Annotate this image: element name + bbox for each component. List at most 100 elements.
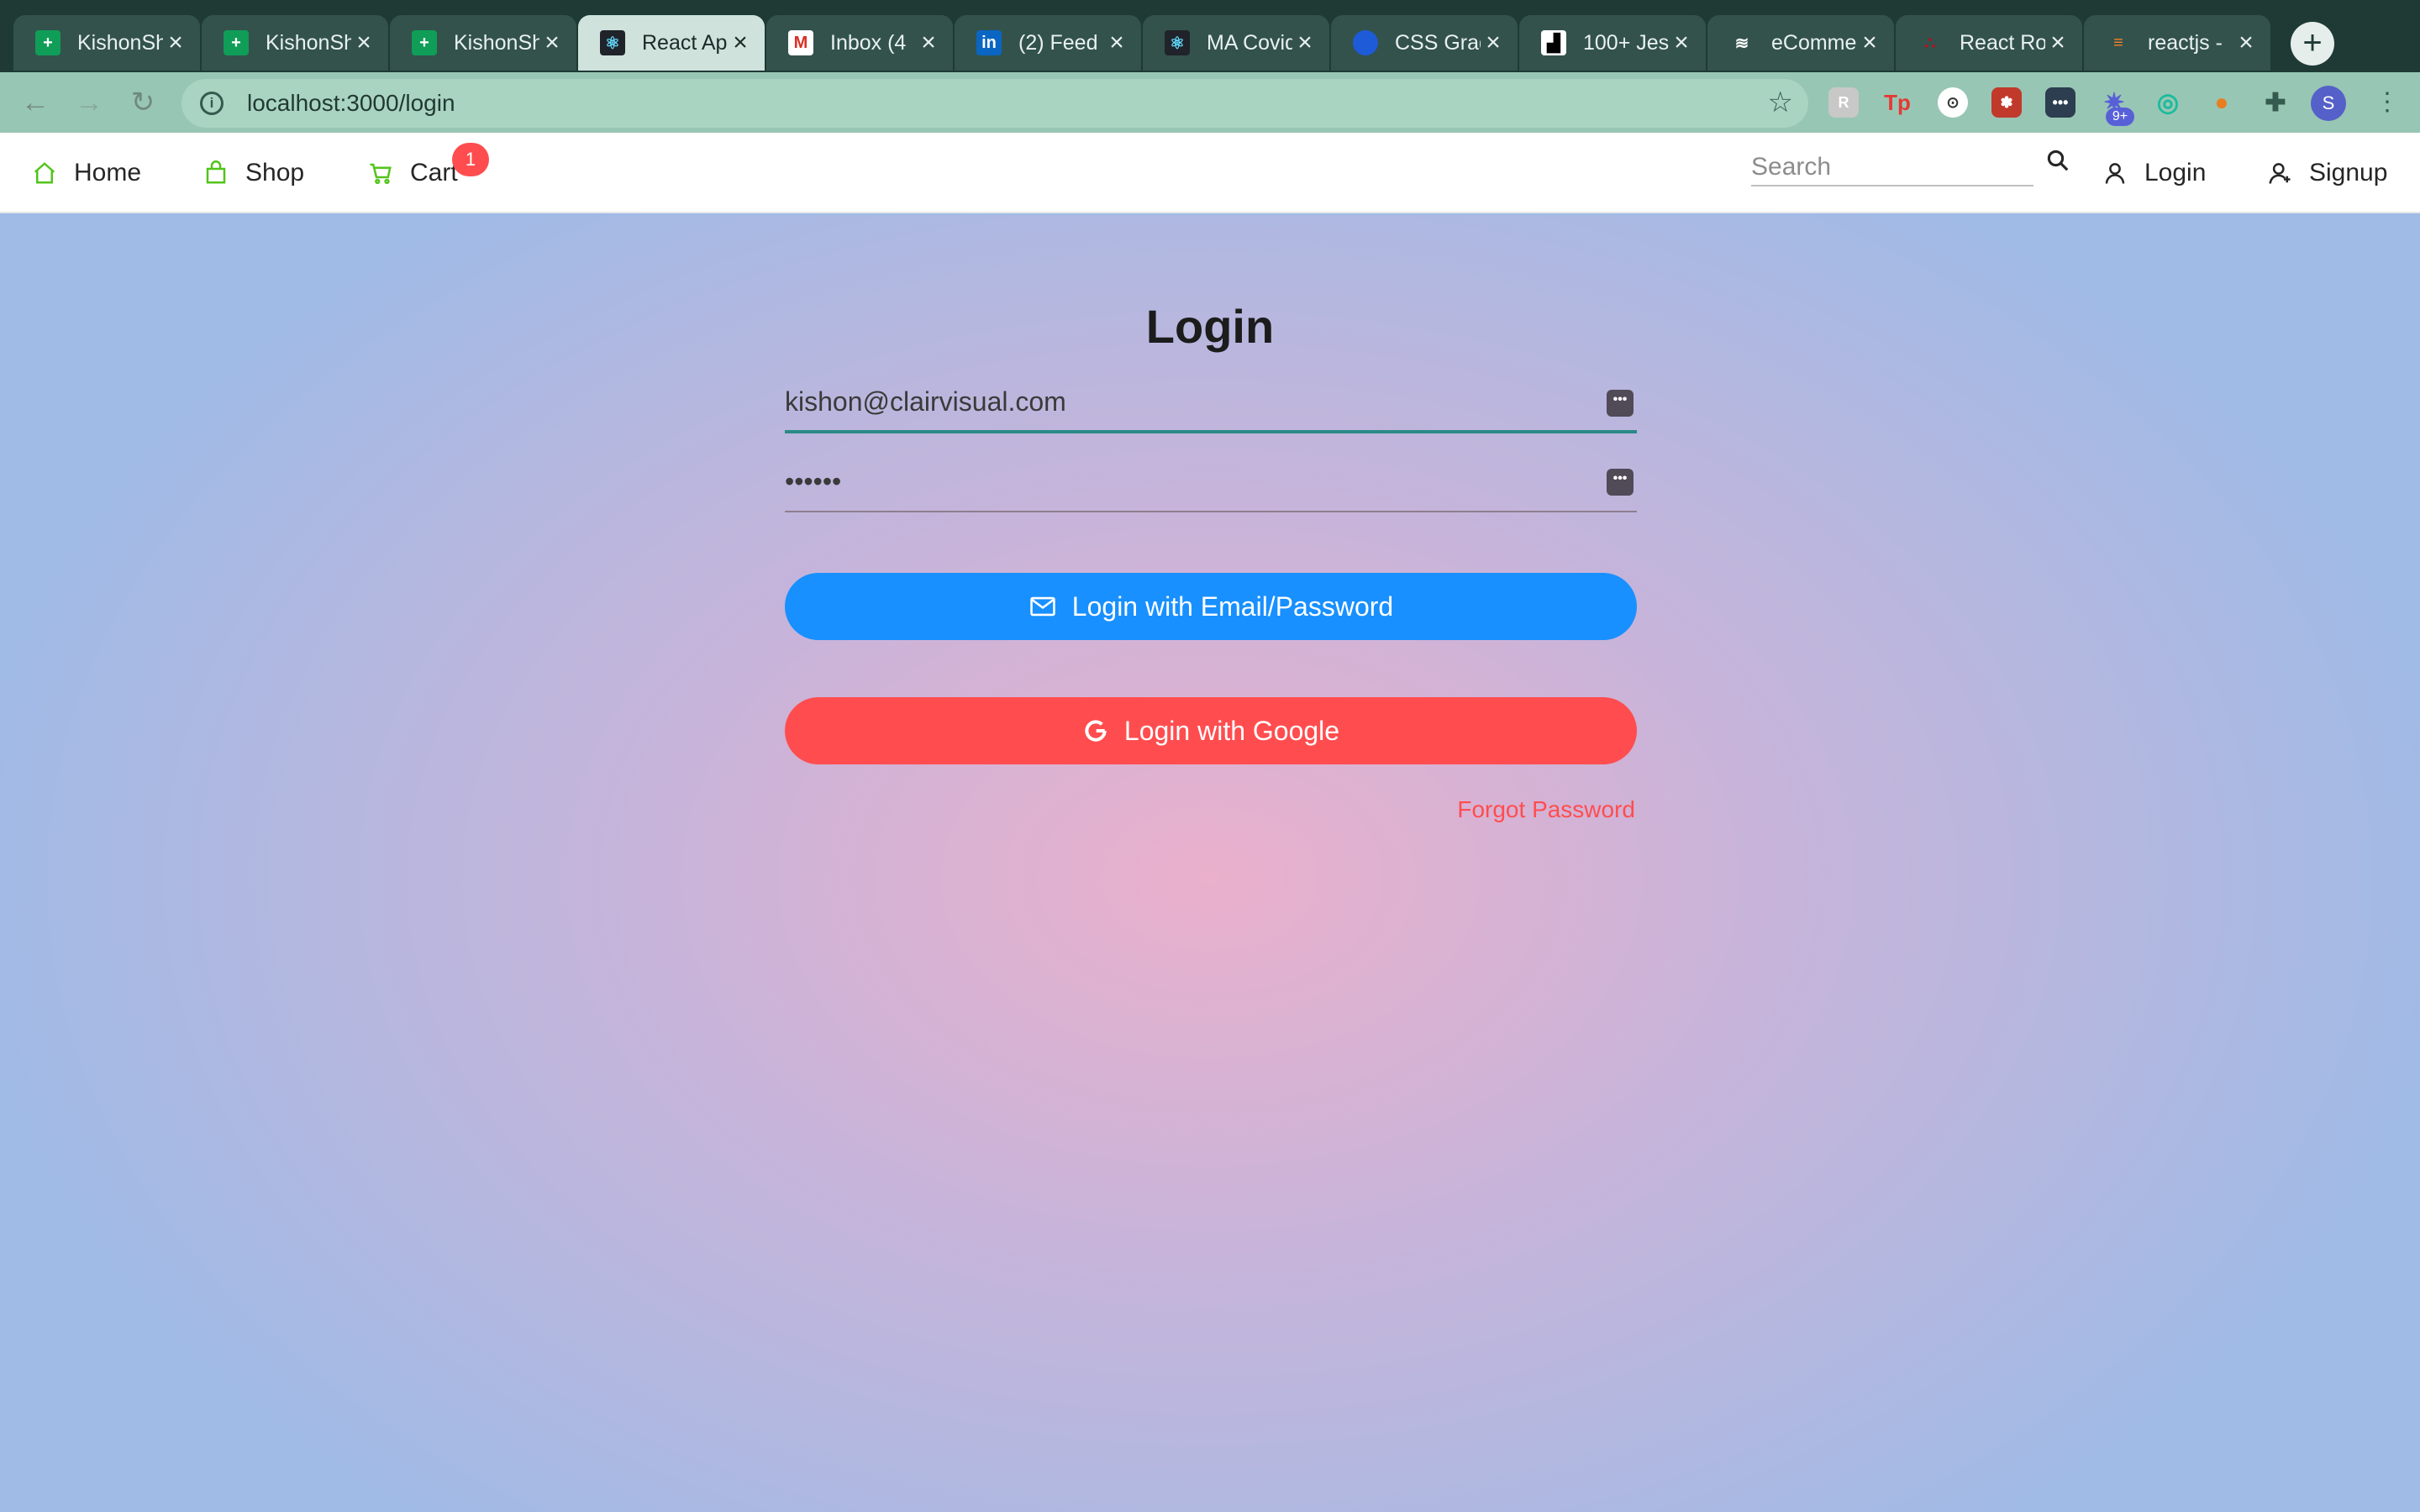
close-icon[interactable]: × — [1669, 30, 1694, 55]
close-icon[interactable]: × — [2045, 30, 2070, 55]
nav-cart-label: Cart — [410, 159, 458, 186]
tab-title: KishonSheet — [454, 30, 539, 55]
browser-tab[interactable]: + KishonSheet × — [13, 15, 200, 71]
nav-signup-label: Signup — [2309, 159, 2388, 186]
password-manager-icon[interactable]: ••• — [1607, 390, 1634, 417]
site-info-icon[interactable]: i — [200, 92, 224, 115]
google-sheets-icon: + — [412, 30, 437, 55]
login-google-label: Login with Google — [1123, 715, 1340, 746]
nav-signup[interactable]: Signup — [2267, 133, 2387, 213]
nav-login-label: Login — [2144, 159, 2207, 186]
tab-title: KishonSheet — [77, 30, 163, 55]
password-field-wrapper: ••• — [785, 452, 1637, 512]
password-field[interactable] — [785, 452, 1637, 511]
home-icon — [34, 162, 55, 184]
email-field-wrapper: ••• — [785, 373, 1637, 433]
nav-shop-label: Shop — [245, 159, 305, 186]
react-router-icon: ∴ — [1924, 34, 1936, 53]
close-icon[interactable]: × — [163, 30, 188, 55]
user-add-icon — [2269, 163, 2291, 184]
browser-tab[interactable]: M Inbox (4 × — [766, 15, 953, 71]
extension-icon[interactable]: ✽ — [1991, 87, 2022, 118]
password-manager-icon[interactable]: ••• — [2045, 87, 2075, 118]
tab-title: MA Covid — [1207, 30, 1292, 55]
address-url[interactable]: localhost:3000/login — [247, 90, 455, 117]
shopping-cart-icon — [370, 163, 392, 185]
tab-title: KishonSheet — [266, 30, 351, 55]
page-title: Login — [1145, 300, 1275, 353]
unsplash-icon: ▟ — [1541, 30, 1566, 55]
app-header: Home Shop Cart 1 Login Signup — [0, 133, 2420, 213]
close-icon[interactable]: × — [351, 30, 376, 55]
extension-icon[interactable]: ◎ — [2153, 87, 2183, 118]
tab-title: (2) Feed — [1018, 30, 1098, 55]
extension-icon[interactable]: R — [1828, 87, 1859, 118]
login-page: Login ••• ••• Login with Email/Password … — [0, 215, 2420, 1512]
mail-icon — [1030, 596, 1055, 617]
nav-home[interactable]: Home — [32, 133, 141, 213]
avatar[interactable]: S — [2311, 86, 2346, 121]
close-icon[interactable]: × — [2233, 30, 2259, 55]
cart-count-badge: 1 — [452, 143, 489, 176]
browser-tab-strip: + KishonSheet × + KishonSheet × + Kishon… — [0, 0, 2420, 72]
squarespace-icon: ≋ — [1734, 34, 1749, 53]
extension-icon[interactable]: ⊙ — [1938, 87, 1968, 118]
new-tab-button[interactable]: + — [2291, 22, 2334, 66]
address-bar[interactable]: i localhost:3000/login ☆ — [182, 79, 1808, 128]
tab-title: reactjs - — [2148, 30, 2223, 55]
close-icon[interactable]: × — [539, 30, 565, 55]
back-icon[interactable]: ← — [17, 84, 54, 121]
tab-title: CSS Gradient — [1395, 30, 1481, 55]
browser-toolbar: ← → ↻ i localhost:3000/login ☆ R Tp ⊙ ✽ … — [0, 72, 2420, 133]
reload-icon[interactable]: ↻ — [124, 84, 161, 121]
css-gradient-icon — [1353, 30, 1378, 55]
close-icon[interactable]: × — [1104, 30, 1129, 55]
browser-tab-active[interactable]: ⚛ React App × — [578, 15, 765, 71]
browser-tab[interactable]: CSS Gradient × — [1331, 15, 1518, 71]
tab-title: React Router — [1960, 30, 2045, 55]
react-icon: ⚛ — [1165, 30, 1190, 55]
close-icon[interactable]: × — [1481, 30, 1506, 55]
tab-title: eCommerce — [1771, 30, 1857, 55]
browser-tab[interactable]: ∴ React Router × — [1896, 15, 2082, 71]
login-email-label: Login with Email/Password — [1071, 591, 1394, 622]
shopping-bag-icon — [206, 160, 226, 184]
puzzle-icon[interactable]: ✚ — [2260, 87, 2291, 118]
search-input[interactable] — [1751, 150, 2033, 186]
linkedin-icon: in — [976, 30, 1002, 55]
browser-tab[interactable]: ⚛ MA Covid × — [1143, 15, 1329, 71]
search-icon[interactable] — [2045, 148, 2070, 173]
extension-icon[interactable]: ● — [2207, 87, 2237, 118]
nav-login[interactable]: Login — [2102, 133, 2206, 213]
login-google-button[interactable]: Login with Google — [785, 697, 1637, 764]
stackoverflow-icon: ≡ — [2113, 33, 2123, 52]
tab-title: 100+ Jest — [1583, 30, 1669, 55]
tab-title: React App — [642, 30, 728, 55]
browser-tab[interactable]: + KishonSheet × — [202, 15, 388, 71]
browser-tab[interactable]: + KishonSheet × — [390, 15, 576, 71]
browser-tab[interactable]: ▟ 100+ Jest × — [1519, 15, 1706, 71]
email-field[interactable] — [785, 373, 1637, 430]
google-icon — [1085, 720, 1107, 742]
gmail-icon: M — [788, 30, 813, 55]
react-icon: ⚛ — [600, 30, 625, 55]
login-email-button[interactable]: Login with Email/Password — [785, 573, 1637, 640]
browser-tab[interactable]: ≡ reactjs - × — [2084, 15, 2270, 71]
password-manager-icon[interactable]: ••• — [1607, 469, 1634, 496]
extension-badge: 9+ — [2106, 108, 2134, 126]
browser-tab[interactable]: in (2) Feed × — [955, 15, 1141, 71]
close-icon[interactable]: × — [728, 30, 753, 55]
nav-cart[interactable]: Cart — [368, 133, 458, 213]
forward-icon[interactable]: → — [71, 84, 108, 121]
user-icon — [2105, 163, 2125, 184]
bookmark-star-icon[interactable]: ☆ — [1768, 86, 1793, 119]
close-icon[interactable]: × — [1857, 30, 1882, 55]
close-icon[interactable]: × — [916, 30, 941, 55]
forgot-password-link[interactable]: Forgot Password — [1344, 796, 1635, 823]
browser-tab[interactable]: ≋ eCommerce × — [1707, 15, 1894, 71]
extension-icon[interactable]: Tp — [1882, 87, 1912, 118]
close-icon[interactable]: × — [1292, 30, 1318, 55]
nav-shop[interactable]: Shop — [203, 133, 304, 213]
kebab-menu-icon[interactable]: ⋮ — [2375, 84, 2400, 121]
nav-home-label: Home — [74, 159, 142, 186]
